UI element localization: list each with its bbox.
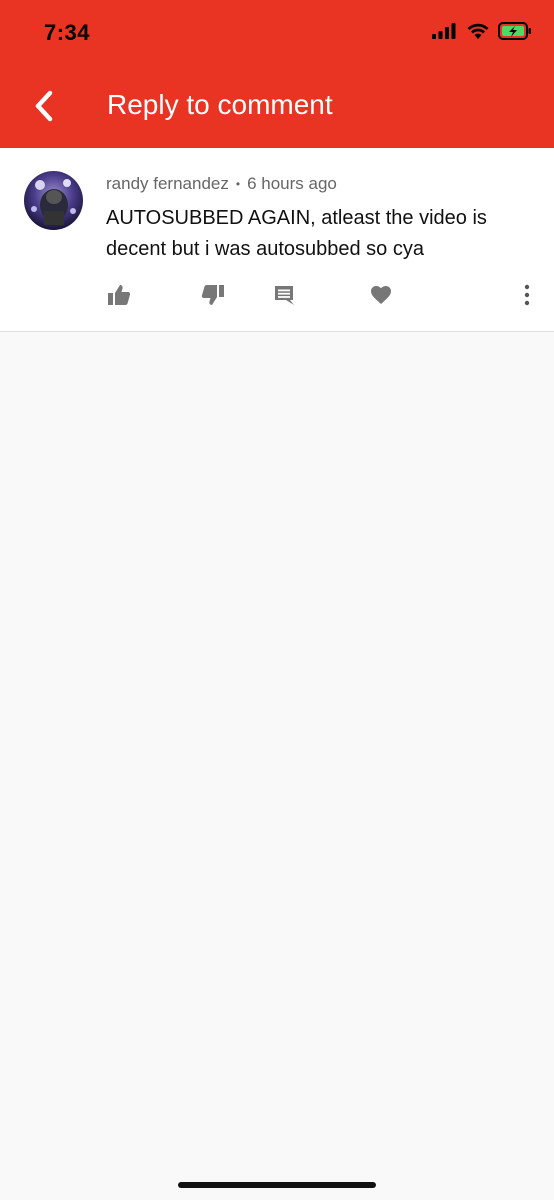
- like-button[interactable]: [104, 280, 134, 310]
- more-vertical-icon: [524, 284, 530, 306]
- comment-text: AUTOSUBBED AGAIN, atleast the video is d…: [106, 207, 487, 260]
- back-button[interactable]: [22, 84, 66, 128]
- status-time: 7:34: [44, 20, 91, 45]
- reply-comment-icon: [275, 286, 294, 305]
- heart-button[interactable]: [366, 280, 396, 310]
- chevron-left-icon: [35, 90, 53, 122]
- thumbs-up-icon: [108, 285, 131, 305]
- comment-meta: randy fernandez • 6 hours ago: [106, 174, 337, 194]
- page-title: Reply to comment: [107, 89, 333, 120]
- status-icons: [432, 22, 532, 40]
- wifi-icon: [467, 23, 489, 39]
- cellular-signal-icon: [432, 23, 456, 39]
- reply-button[interactable]: [269, 280, 299, 310]
- battery-charging-icon: [498, 22, 531, 40]
- avatar[interactable]: [24, 171, 83, 230]
- more-options-button[interactable]: [512, 280, 542, 310]
- home-indicator[interactable]: [178, 1182, 376, 1188]
- app-header: 7:34 Reply to comment: [0, 0, 554, 148]
- thumbs-down-icon: [201, 285, 224, 305]
- meta-separator: •: [235, 177, 241, 191]
- dislike-button[interactable]: [198, 280, 228, 310]
- comment-author[interactable]: randy fernandez: [106, 174, 229, 194]
- comment-time: 6 hours ago: [247, 174, 337, 193]
- heart-icon: [371, 286, 391, 304]
- comment-card: randy fernandez • 6 hours ago AUTOSUBBED…: [0, 148, 554, 332]
- avatar-image: [24, 171, 83, 230]
